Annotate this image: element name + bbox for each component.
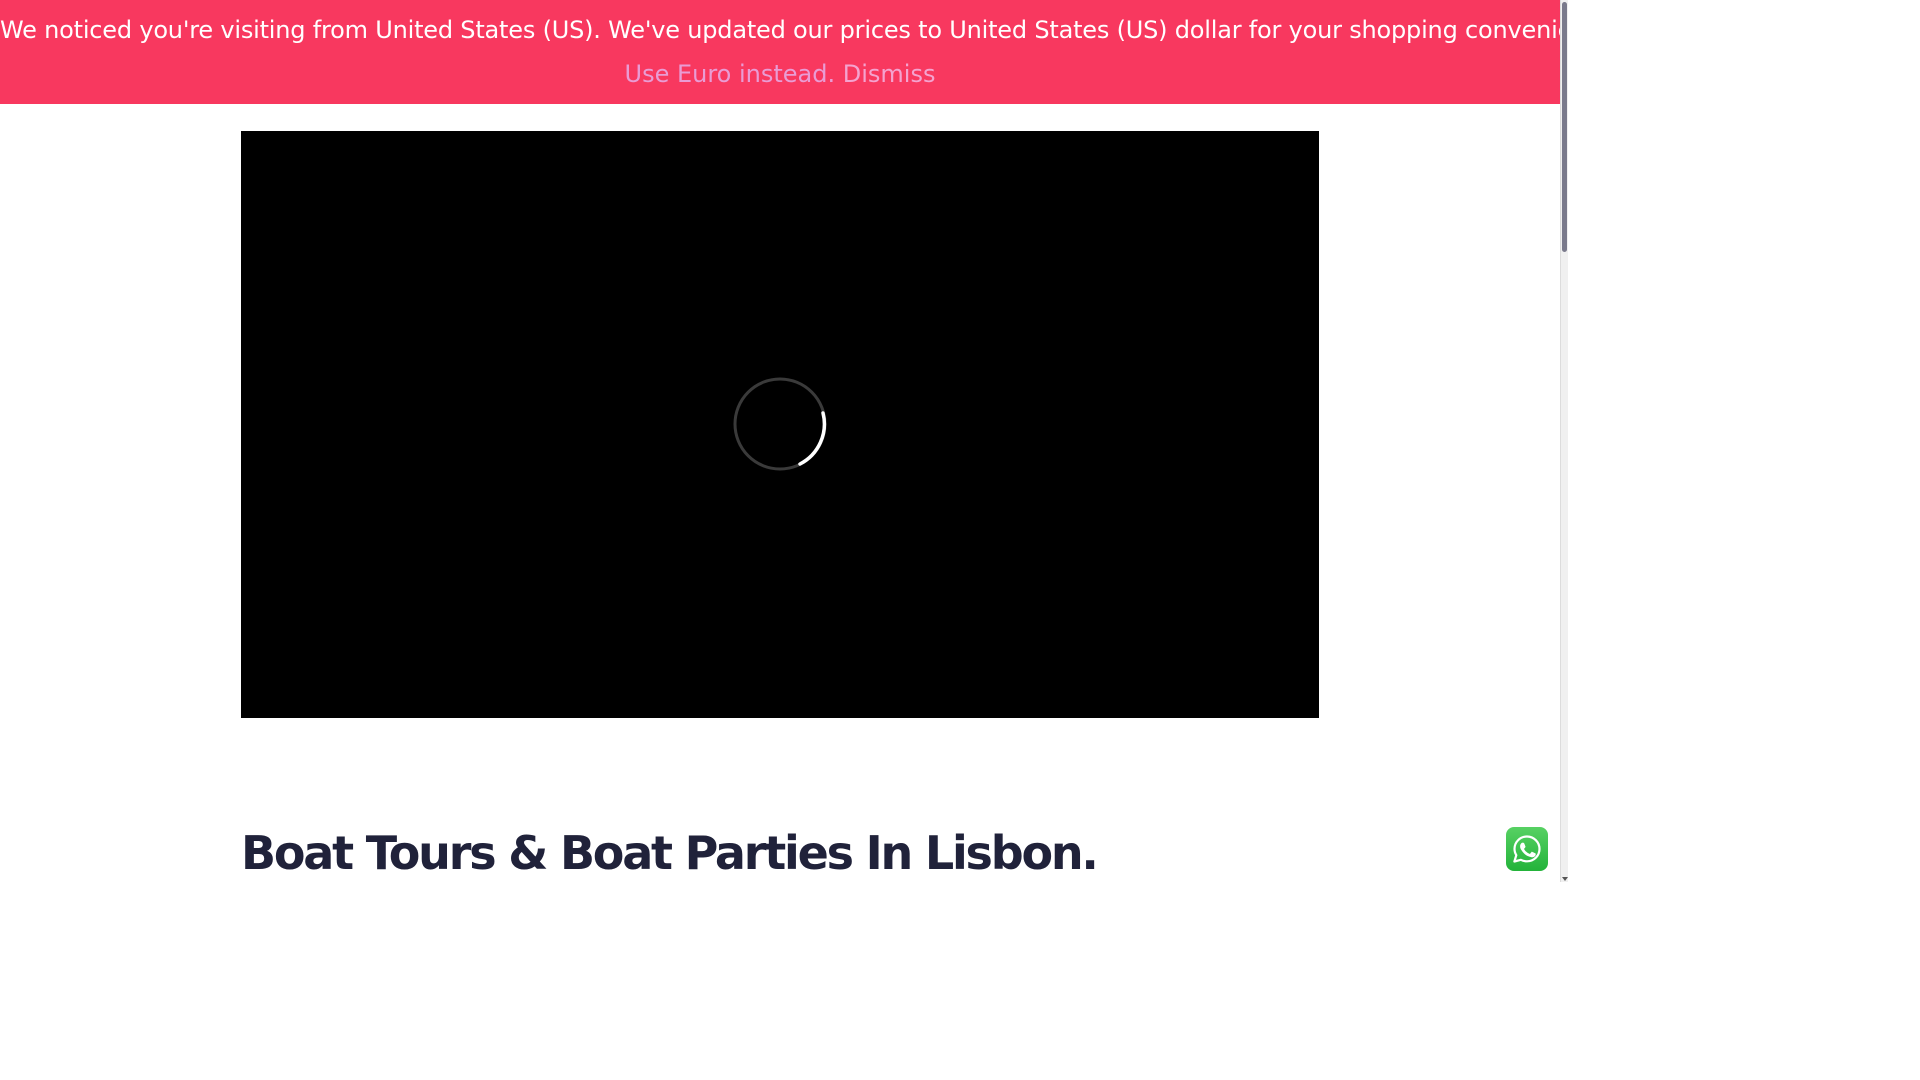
currency-notice-actions: Use Euro instead. Dismiss [0, 58, 1560, 90]
loading-spinner-icon [733, 377, 827, 471]
video-player[interactable] [241, 131, 1319, 718]
page-scrollbar[interactable] [1560, 0, 1568, 882]
page: We noticed you're visiting from United S… [0, 0, 1568, 882]
scrollbar-thumb[interactable] [1562, 2, 1567, 252]
currency-notice-message: We noticed you're visiting from United S… [0, 16, 1568, 44]
scroll-down-arrow-icon[interactable] [1562, 877, 1568, 881]
page-title: Boat Tours & Boat Parties In Lisbon. [241, 826, 1099, 880]
whatsapp-chat-button[interactable] [1506, 827, 1548, 871]
currency-notice-bar: We noticed you're visiting from United S… [0, 0, 1568, 104]
use-euro-link[interactable]: Use Euro instead. [625, 60, 836, 88]
whatsapp-icon [1513, 835, 1541, 863]
dismiss-link[interactable]: Dismiss [843, 60, 936, 88]
